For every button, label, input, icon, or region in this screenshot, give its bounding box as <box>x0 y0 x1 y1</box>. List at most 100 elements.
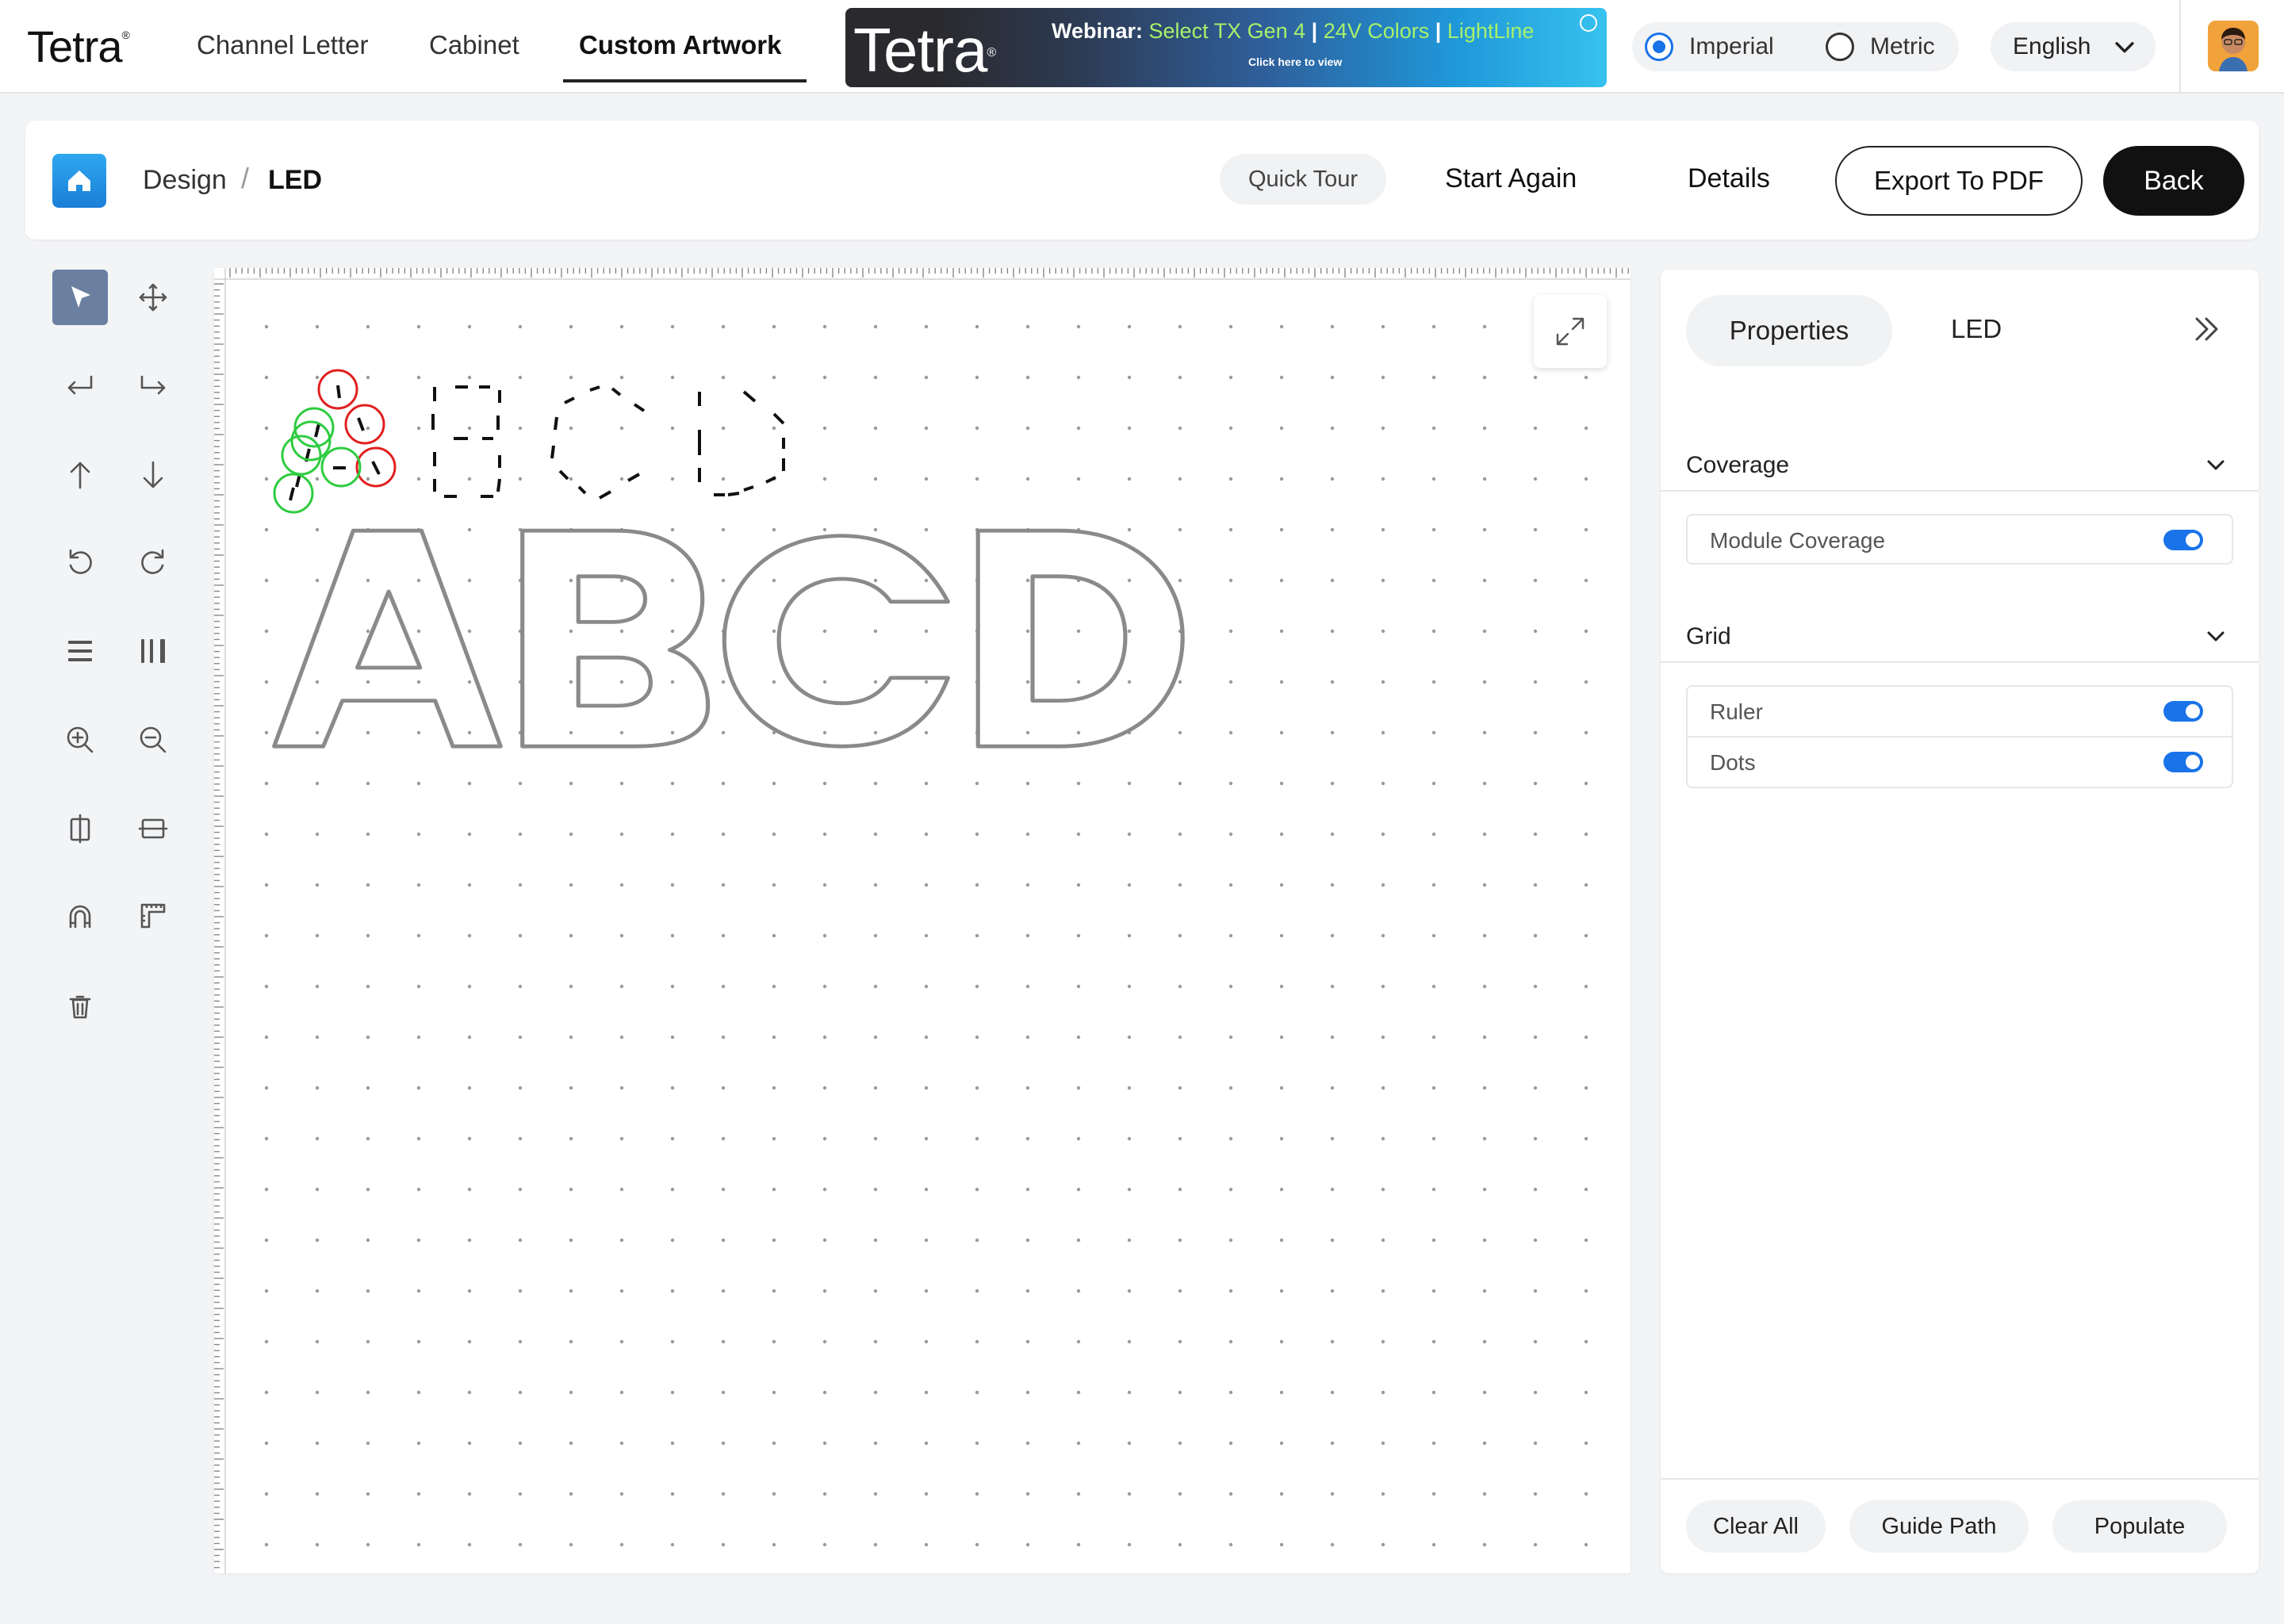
nav-channel-letter[interactable]: Channel Letter <box>197 30 368 60</box>
start-again-button[interactable]: Start Again <box>1445 163 1577 194</box>
move-up-tool[interactable] <box>52 447 108 503</box>
export-pdf-button[interactable]: Export To PDF <box>1835 146 2083 216</box>
led-module <box>344 404 385 445</box>
unit-switcher: Imperial Metric <box>1632 22 1959 71</box>
language-label: English <box>2013 33 2091 59</box>
led-dash <box>496 478 501 492</box>
coverage-section-title[interactable]: Coverage <box>1686 452 1789 479</box>
divider <box>1661 1478 2259 1480</box>
dots-toggle[interactable] <box>2163 752 2203 772</box>
metric-label[interactable]: Metric <box>1870 33 1935 60</box>
populate-button[interactable]: Populate <box>2052 1500 2227 1553</box>
imperial-radio[interactable] <box>1645 33 1673 61</box>
rotate-right-icon <box>141 549 164 574</box>
align-vertical-icon <box>141 639 165 663</box>
led-dash <box>564 396 575 404</box>
banner-headline: Webinar: Select TX Gen 4 | 24V Colors | … <box>1052 19 1535 43</box>
undo-path-tool[interactable] <box>52 358 108 414</box>
led-dash <box>599 490 611 500</box>
back-button[interactable]: Back <box>2103 146 2244 216</box>
zoom-in-icon <box>67 726 94 753</box>
letter-b-counter-bottom <box>576 655 653 708</box>
led-dash <box>765 476 776 484</box>
ruler-icon <box>140 903 166 929</box>
module-coverage-toggle[interactable] <box>2163 530 2203 550</box>
magnet-tool[interactable] <box>52 888 108 944</box>
zoom-in-tool[interactable] <box>52 712 108 768</box>
led-module <box>290 420 331 462</box>
flip-vertical-tool[interactable] <box>52 801 108 856</box>
nav-custom-artwork[interactable]: Custom Artwork <box>579 30 781 60</box>
led-dash <box>589 385 600 392</box>
chevron-down-icon[interactable] <box>2203 452 2228 477</box>
home-button[interactable] <box>52 154 106 208</box>
chevron-down-icon <box>2115 42 2134 53</box>
quick-tour-button[interactable]: Quick Tour <box>1220 154 1386 205</box>
artwork-text[interactable] <box>272 528 1185 749</box>
module-coverage-row: Module Coverage <box>1688 515 2232 566</box>
led-dash <box>772 412 785 425</box>
details-button[interactable]: Details <box>1688 163 1770 194</box>
expand-icon <box>1556 317 1585 346</box>
guide-path-button[interactable]: Guide Path <box>1849 1500 2029 1553</box>
ruler-left <box>214 268 226 1573</box>
zoom-out-icon <box>140 726 167 753</box>
design-canvas[interactable] <box>214 268 1631 1573</box>
trash-icon <box>69 995 91 1019</box>
nav-cabinet[interactable]: Cabinet <box>429 30 519 60</box>
dots-row: Dots <box>1688 737 2232 788</box>
imperial-label[interactable]: Imperial <box>1689 33 1774 60</box>
banner-cta: Click here to view <box>1248 56 1343 68</box>
led-dash <box>727 492 740 496</box>
letter-d-outline <box>975 528 1185 749</box>
led-dash <box>289 487 295 501</box>
redo-path-tool[interactable] <box>125 358 181 414</box>
select-icon <box>71 286 90 308</box>
fullscreen-button[interactable] <box>1534 295 1607 368</box>
led-dash <box>371 461 381 475</box>
delete-tool[interactable] <box>52 979 108 1034</box>
banner-logo: Tetra® <box>853 15 996 85</box>
ruler-toggle[interactable] <box>2163 701 2203 722</box>
letter-b-counter-top <box>576 574 648 624</box>
letter-b-outline <box>520 528 711 749</box>
led-dash <box>558 469 569 481</box>
webinar-banner[interactable]: Tetra® Webinar: Select TX Gen 4 | 24V Co… <box>845 8 1607 87</box>
tab-properties[interactable]: Properties <box>1686 295 1892 366</box>
ruler-label: Ruler <box>1710 699 1763 724</box>
zoom-out-tool[interactable] <box>125 712 181 768</box>
led-dash <box>554 416 558 431</box>
flip-vertical-icon <box>70 814 90 844</box>
info-icon <box>1580 14 1597 32</box>
collapse-panel-icon[interactable] <box>2189 311 2225 347</box>
align-horizontal-tool[interactable] <box>52 623 108 679</box>
rotate-left-tool[interactable] <box>52 534 108 590</box>
coverage-options: Module Coverage <box>1686 514 2233 565</box>
grid-section-title[interactable]: Grid <box>1686 623 1731 650</box>
led-dash <box>742 390 757 403</box>
rotate-right-tool[interactable] <box>125 534 181 590</box>
chevron-down-icon[interactable] <box>2203 623 2228 649</box>
move-icon <box>139 283 167 312</box>
move-tool[interactable] <box>125 270 181 325</box>
language-select[interactable]: English <box>1991 22 2156 71</box>
led-dash <box>611 387 622 396</box>
breadcrumb-design[interactable]: Design <box>143 165 227 196</box>
clear-all-button[interactable]: Clear All <box>1686 1500 1826 1553</box>
ruler-tool[interactable] <box>125 888 181 944</box>
redo-path-icon <box>140 375 166 395</box>
properties-panel: Properties LED Coverage Module Coverage … <box>1661 270 2259 1573</box>
select-tool[interactable] <box>52 270 108 325</box>
tab-led[interactable]: LED <box>1951 314 2002 344</box>
flip-horizontal-tool[interactable] <box>125 801 181 856</box>
breadcrumb-separator: / <box>241 162 250 194</box>
tetra-logo[interactable]: Tetra® <box>27 21 130 72</box>
divider <box>1661 490 2259 492</box>
divider <box>1661 661 2259 663</box>
align-vertical-tool[interactable] <box>125 623 181 679</box>
user-avatar[interactable] <box>2208 21 2259 71</box>
dot-grid <box>264 324 1588 1547</box>
move-down-tool[interactable] <box>125 447 181 503</box>
metric-radio[interactable] <box>1826 33 1854 61</box>
active-nav-indicator <box>563 79 807 82</box>
